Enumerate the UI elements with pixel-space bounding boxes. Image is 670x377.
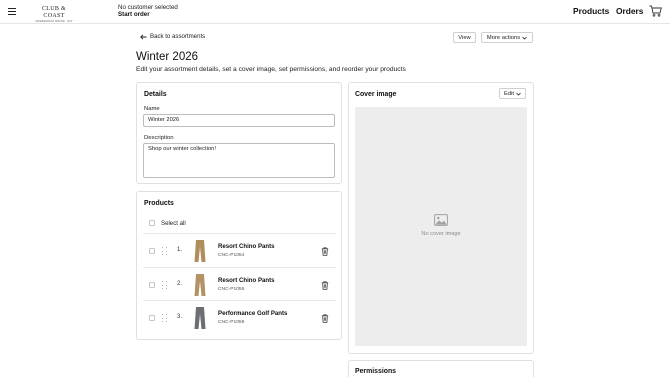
image-icon xyxy=(434,214,448,226)
customer-status: No customer selected xyxy=(118,4,178,11)
row-checkbox[interactable] xyxy=(149,248,155,254)
drag-handle-icon[interactable] xyxy=(162,281,168,290)
details-card: Details Name Winter 2026 Description Sho… xyxy=(136,82,342,184)
product-sku: CNC-P1054 xyxy=(218,253,245,258)
product-sku: CNC-P1055 xyxy=(218,287,245,292)
drag-handle-icon[interactable] xyxy=(162,247,168,256)
product-row[interactable]: 2. Resort Chino Pants CNC-P1055 xyxy=(143,267,336,301)
customer-selector[interactable]: No customer selected Start order xyxy=(118,4,178,18)
no-cover-text: No cover image xyxy=(421,231,461,237)
product-name: Performance Golf Pants xyxy=(218,310,288,317)
description-textarea[interactable]: Shop our winter collection! xyxy=(143,143,335,178)
cover-image-placeholder[interactable]: No cover image xyxy=(355,107,527,346)
row-checkbox[interactable] xyxy=(149,315,155,321)
cart-icon[interactable] xyxy=(649,5,662,17)
details-title: Details xyxy=(144,91,167,98)
cover-image-card: Cover image No cover image xyxy=(348,82,534,354)
product-row[interactable]: 3. Performance Golf Pants CNC-P1059 xyxy=(143,300,336,334)
row-index: 2. xyxy=(177,281,183,287)
trash-icon[interactable] xyxy=(321,247,329,256)
row-index: 3. xyxy=(177,314,183,320)
arrow-left-icon xyxy=(140,33,147,40)
row-index: 1. xyxy=(177,247,183,253)
page-subtitle: Edit your assortment details, set a cove… xyxy=(136,66,406,73)
menu-icon[interactable] xyxy=(8,8,16,15)
back-label: Back to assortments xyxy=(150,33,206,40)
trash-icon[interactable] xyxy=(321,314,329,323)
name-input[interactable]: Winter 2026 xyxy=(143,114,335,127)
drag-handle-icon[interactable] xyxy=(162,314,168,323)
trash-icon[interactable] xyxy=(321,281,329,290)
select-all-label: Select all xyxy=(161,220,186,227)
product-thumbnail xyxy=(194,274,206,296)
edit-cover-button[interactable]: Edit xyxy=(499,88,526,99)
description-label: Description xyxy=(144,135,174,141)
view-button[interactable]: View xyxy=(453,32,476,43)
product-name: Resort Chino Pants xyxy=(218,243,275,250)
page-title: Winter 2026 xyxy=(136,51,199,63)
nav-products[interactable]: Products xyxy=(573,6,609,16)
row-checkbox[interactable] xyxy=(149,282,155,288)
chevron-down-icon xyxy=(516,92,521,96)
nav-orders[interactable]: Orders xyxy=(616,6,643,16)
cover-title: Cover image xyxy=(355,91,397,98)
back-to-assortments-link[interactable]: Back to assortments xyxy=(140,33,205,40)
start-order-link[interactable]: Start order xyxy=(118,11,178,18)
product-name: Resort Chino Pants xyxy=(218,277,275,284)
products-title: Products xyxy=(144,200,174,207)
chevron-down-icon xyxy=(522,36,527,40)
product-row[interactable]: 1. Resort Chino Pants CNC-P1054 xyxy=(143,233,336,267)
product-sku: CNC-P1059 xyxy=(218,320,245,325)
products-card: Products Select all 1. Resort Chino Pant… xyxy=(136,191,342,340)
brand-logo[interactable]: CLUB & COAST INDEPENDENT BRAND · EST xyxy=(31,6,77,23)
top-bar: CLUB & COAST INDEPENDENT BRAND · EST No … xyxy=(0,0,670,24)
name-label: Name xyxy=(144,106,160,112)
product-thumbnail xyxy=(194,307,206,329)
product-thumbnail xyxy=(194,240,206,262)
more-actions-button[interactable]: More actions xyxy=(481,32,533,43)
select-all-checkbox[interactable] xyxy=(149,220,155,226)
permissions-title: Permissions xyxy=(355,368,396,375)
permissions-card: Permissions xyxy=(348,360,534,377)
